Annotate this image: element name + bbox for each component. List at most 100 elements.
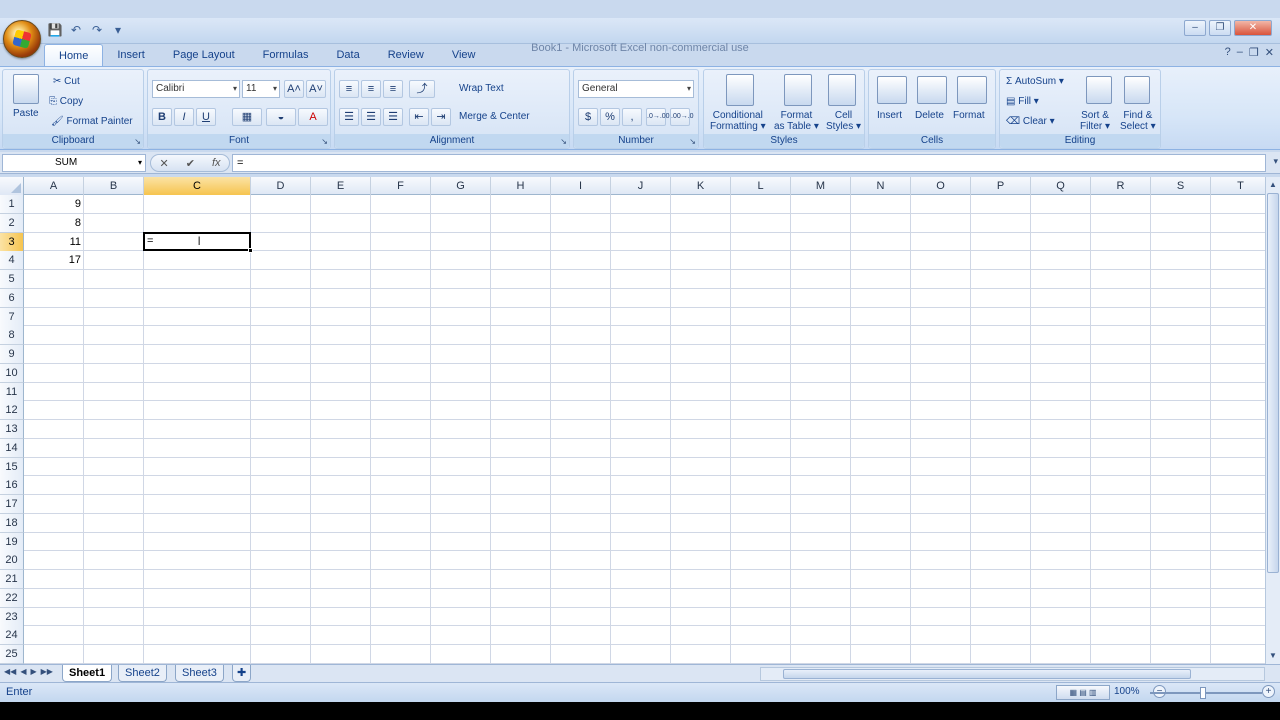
row-header-7[interactable]: 7	[0, 307, 24, 327]
column-header-g[interactable]: G	[431, 177, 491, 195]
copy-button[interactable]: ⎘ Copy	[49, 96, 83, 107]
row-header-5[interactable]: 5	[0, 270, 24, 289]
column-header-o[interactable]: O	[911, 177, 971, 195]
customize-qat-icon[interactable]: ▾	[109, 22, 127, 38]
autosum-button[interactable]: Σ AutoSum ▾	[1006, 76, 1064, 87]
cancel-icon[interactable]: ✕	[160, 157, 169, 170]
row-header-14[interactable]: 14	[0, 438, 24, 458]
zoom-level[interactable]: 100%	[1114, 686, 1140, 697]
redo-icon[interactable]: ↷	[88, 22, 106, 38]
column-header-h[interactable]: H	[491, 177, 551, 195]
italic-button[interactable]: I	[174, 108, 194, 126]
enter-icon[interactable]: ✔	[186, 157, 195, 170]
row-header-9[interactable]: 9	[0, 345, 24, 364]
save-icon[interactable]: 💾	[46, 22, 64, 38]
clipboard-launcher-icon[interactable]: ↘	[134, 137, 141, 146]
increase-indent-icon[interactable]: ⇥	[431, 108, 451, 126]
cell-styles-button[interactable]: Cell Styles ▾	[826, 110, 861, 132]
tab-view[interactable]: View	[438, 44, 490, 66]
horizontal-scroll-thumb[interactable]	[783, 669, 1191, 679]
insert-cells-icon[interactable]	[877, 76, 907, 104]
sort-filter-icon[interactable]	[1086, 76, 1112, 104]
bold-button[interactable]: B	[152, 108, 172, 126]
row-header-8[interactable]: 8	[0, 326, 24, 346]
row-header-19[interactable]: 19	[0, 532, 24, 552]
worksheet-grid[interactable]: ABCDEFGHIJKLMNOPQRST 1 2 3 4 5 6 7 8 9 10 11 12 13 14…	[0, 177, 1265, 664]
row-header-16[interactable]: 16	[0, 476, 24, 496]
comma-button[interactable]: ,	[622, 108, 642, 126]
format-cells-icon[interactable]	[957, 76, 987, 104]
font-family-select[interactable]: Calibri ▾	[152, 80, 240, 98]
row-header-20[interactable]: 20	[0, 551, 24, 571]
column-header-s[interactable]: S	[1151, 177, 1211, 195]
shrink-font-button[interactable]: A˅	[306, 80, 326, 98]
column-header-d[interactable]: D	[251, 177, 311, 195]
column-header-r[interactable]: R	[1091, 177, 1151, 195]
sheet-tab-sheet3[interactable]: Sheet3	[175, 665, 224, 682]
decrease-decimal-button[interactable]: .00→.0	[670, 108, 694, 126]
font-launcher-icon[interactable]: ↘	[321, 137, 328, 146]
row-header-2[interactable]: 2	[0, 213, 24, 233]
next-sheet-icon[interactable]: ▶	[30, 667, 36, 676]
row-header-24[interactable]: 24	[0, 626, 24, 646]
row-header-13[interactable]: 13	[0, 420, 24, 439]
borders-button[interactable]: ▦	[232, 108, 262, 126]
clear-button[interactable]: ⌫ Clear ▾	[1006, 116, 1055, 127]
fill-handle[interactable]	[248, 248, 253, 254]
workbook-restore-button[interactable]: ❐	[1249, 46, 1259, 59]
orientation-icon[interactable]: ⤴	[409, 80, 435, 98]
paste-button[interactable]: Paste	[13, 108, 39, 119]
scroll-down-icon[interactable]: ▼	[1267, 649, 1279, 663]
cell-a2[interactable]: 8	[24, 214, 84, 233]
cell-styles-icon[interactable]	[828, 74, 856, 106]
last-sheet-icon[interactable]: ▶▶	[41, 667, 53, 676]
align-middle-icon[interactable]: ≡	[361, 80, 381, 98]
vertical-scroll-thumb[interactable]	[1267, 193, 1279, 573]
align-top-icon[interactable]: ≡	[339, 80, 359, 98]
row-header-22[interactable]: 22	[0, 588, 24, 608]
maximize-button[interactable]: ❐	[1209, 20, 1231, 36]
formula-input[interactable]: =	[232, 154, 1266, 172]
tab-data[interactable]: Data	[322, 44, 373, 66]
column-header-f[interactable]: F	[371, 177, 431, 195]
close-button[interactable]: ✕	[1234, 20, 1272, 36]
column-header-e[interactable]: E	[311, 177, 371, 195]
row-header-23[interactable]: 23	[0, 607, 24, 627]
underline-button[interactable]: U	[196, 108, 216, 126]
column-header-q[interactable]: Q	[1031, 177, 1091, 195]
number-launcher-icon[interactable]: ↘	[689, 137, 696, 146]
sheet-tab-sheet2[interactable]: Sheet2	[118, 665, 167, 682]
vertical-scrollbar[interactable]: ▲ ▼	[1265, 177, 1280, 664]
decrease-indent-icon[interactable]: ⇤	[409, 108, 429, 126]
column-header-a[interactable]: A	[24, 177, 84, 195]
format-painter-button[interactable]: 🖌 Format Painter	[51, 116, 133, 127]
row-header-12[interactable]: 12	[0, 401, 24, 421]
office-button[interactable]	[3, 20, 41, 58]
find-select-button[interactable]: Find & Select ▾	[1120, 110, 1156, 132]
column-header-p[interactable]: P	[971, 177, 1031, 195]
font-color-button[interactable]: A	[298, 108, 328, 126]
sort-filter-button[interactable]: Sort & Filter ▾	[1080, 110, 1110, 132]
grow-font-button[interactable]: A˄	[284, 80, 304, 98]
prev-sheet-icon[interactable]: ◀	[20, 667, 26, 676]
conditional-formatting-button[interactable]: Conditional Formatting ▾	[710, 110, 766, 132]
merge-center-button[interactable]: Merge & Center	[459, 111, 530, 122]
row-header-11[interactable]: 11	[0, 382, 24, 402]
row-header-10[interactable]: 10	[0, 363, 24, 383]
workbook-minimize-button[interactable]: –	[1237, 46, 1243, 59]
align-left-icon[interactable]: ☰	[339, 108, 359, 126]
format-as-table-button[interactable]: Format as Table ▾	[774, 110, 819, 132]
column-header-k[interactable]: K	[671, 177, 731, 195]
expand-formula-bar-icon[interactable]: ▾	[1273, 156, 1278, 167]
row-header-15[interactable]: 15	[0, 457, 24, 477]
zoom-in-icon[interactable]: +	[1262, 685, 1275, 698]
wrap-text-button[interactable]: Wrap Text	[459, 83, 504, 94]
column-header-j[interactable]: J	[611, 177, 671, 195]
number-format-select[interactable]: General ▾	[578, 80, 694, 98]
percent-button[interactable]: %	[600, 108, 620, 126]
row-header-25[interactable]: 25	[0, 645, 24, 664]
find-select-icon[interactable]	[1124, 76, 1150, 104]
row-header-6[interactable]: 6	[0, 288, 24, 308]
column-header-n[interactable]: N	[851, 177, 911, 195]
format-cells-button[interactable]: Format	[953, 110, 985, 121]
